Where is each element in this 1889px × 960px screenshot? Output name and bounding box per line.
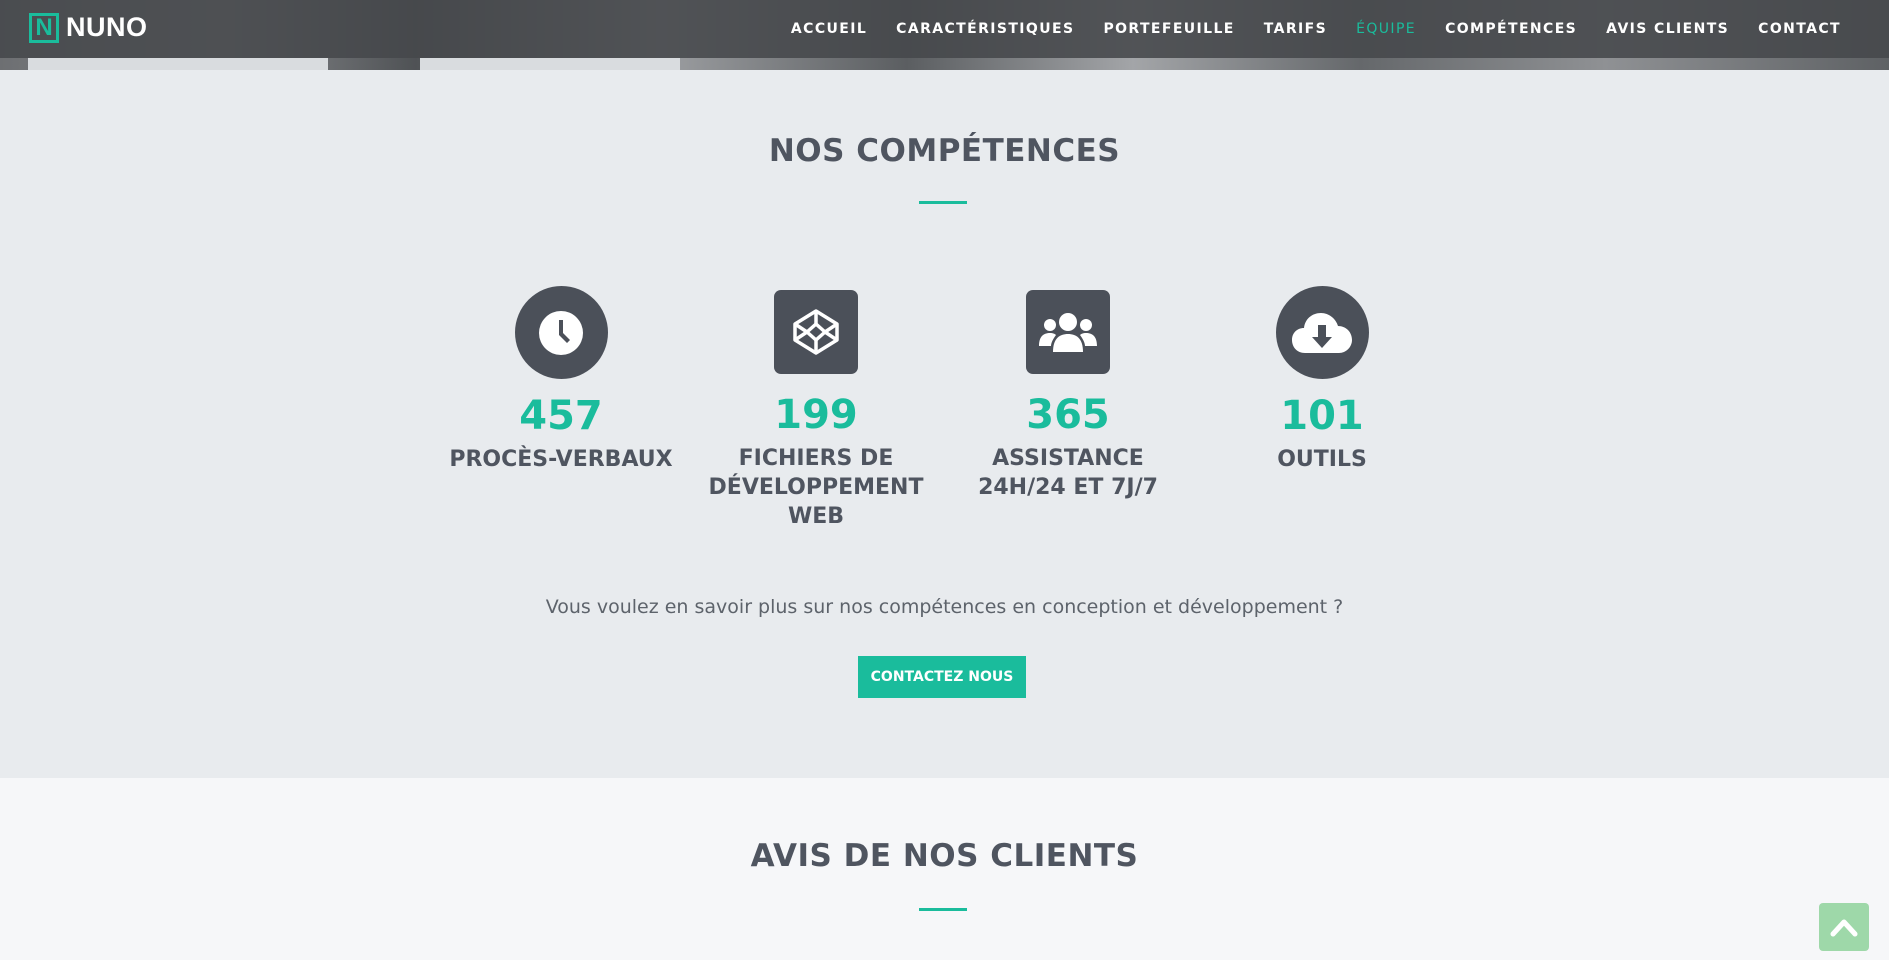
nav-item-competences[interactable]: COMPÉTENCES <box>1445 21 1577 37</box>
nav-item-equipe[interactable]: ÉQUIPE <box>1356 21 1416 37</box>
nav-item-caracteristiques[interactable]: CARACTÉRISTIQUES <box>896 21 1074 37</box>
chevron-up-icon <box>1830 919 1858 937</box>
logo[interactable]: N NUNO <box>29 12 148 43</box>
nav-item-tarifs[interactable]: TARIFS <box>1264 21 1327 37</box>
stat-number: 101 <box>1280 393 1364 439</box>
stat-label: FICHIERS DE DÉVELOPPEMENT WEB <box>708 446 924 529</box>
clock-icon <box>514 286 608 379</box>
users-icon <box>1026 290 1110 374</box>
contact-us-button[interactable]: CONTACTEZ NOUS <box>858 656 1026 698</box>
stat-proces-verbaux: 457 PROCÈS-VERBAUX <box>441 286 681 474</box>
main-nav: ACCUEIL CARACTÉRISTIQUES PORTEFEUILLE TA… <box>762 0 1841 58</box>
stat-label: PROCÈS-VERBAUX <box>449 447 673 472</box>
stat-number: 365 <box>1026 392 1110 438</box>
cta-text: Vous voulez en savoir plus sur nos compé… <box>545 596 1344 618</box>
scroll-to-top-button[interactable] <box>1819 903 1869 951</box>
section-title: NOS COMPÉTENCES <box>768 133 1121 169</box>
codepen-icon <box>774 290 858 374</box>
nav-item-portefeuille[interactable]: PORTEFEUILLE <box>1103 21 1234 37</box>
stat-assistance: 365 ASSISTANCE 24H/24 ET 7J/7 <box>948 290 1188 502</box>
nav-item-avis-clients[interactable]: AVIS CLIENTS <box>1606 21 1729 37</box>
hero-divider <box>420 58 680 70</box>
nav-item-accueil[interactable]: ACCUEIL <box>791 21 867 37</box>
skills-section: NOS COMPÉTENCES 457 PROCÈS-VERBAUX 199 F… <box>0 70 1889 778</box>
cloud-download-icon <box>1275 286 1369 379</box>
title-divider <box>919 201 967 204</box>
section-title: AVIS DE NOS CLIENTS <box>750 838 1139 874</box>
stat-number: 199 <box>774 392 858 438</box>
logo-icon: N <box>29 12 59 43</box>
title-divider <box>919 908 967 911</box>
stat-label: OUTILS <box>1277 447 1367 472</box>
hero-divider <box>28 58 328 70</box>
stat-label: ASSISTANCE 24H/24 ET 7J/7 <box>978 446 1158 500</box>
brand-name: NUNO <box>66 12 148 42</box>
reviews-section: AVIS DE NOS CLIENTS <box>0 778 1889 960</box>
nav-item-contact[interactable]: CONTACT <box>1758 21 1841 37</box>
navbar: N NUNO ACCUEIL CARACTÉRISTIQUES PORTEFEU… <box>0 0 1889 58</box>
stat-outils: 101 OUTILS <box>1202 286 1442 474</box>
stat-fichiers: 199 FICHIERS DE DÉVELOPPEMENT WEB <box>696 290 936 531</box>
stat-number: 457 <box>519 393 603 439</box>
